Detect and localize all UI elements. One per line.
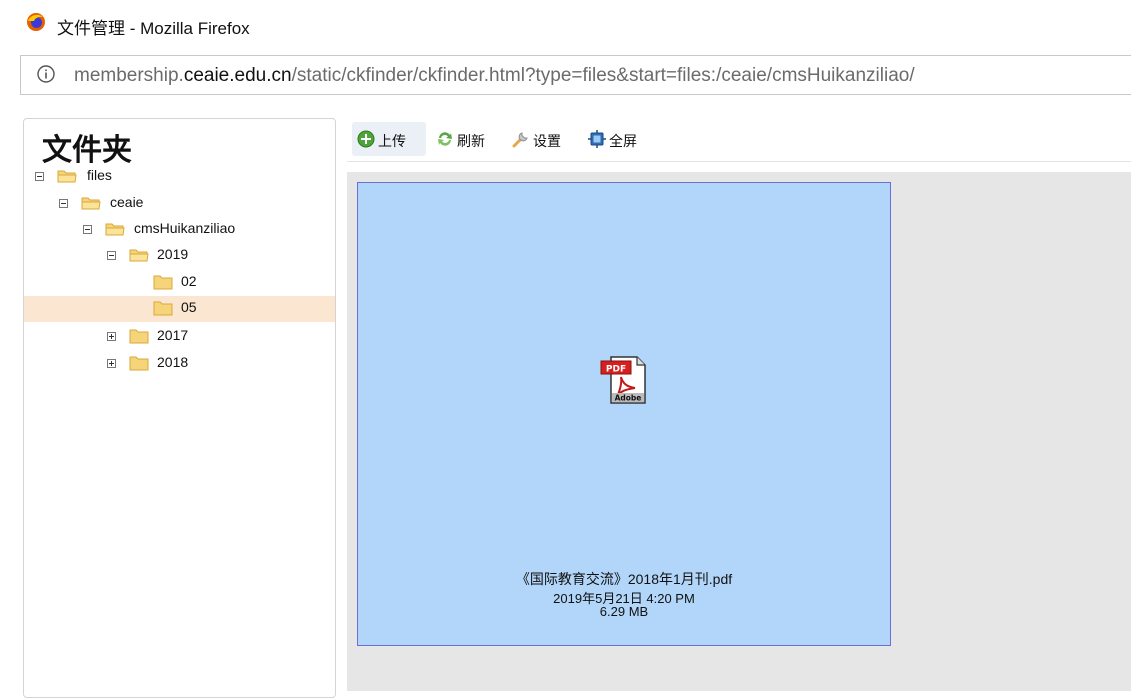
tree-item-label: 2018 bbox=[157, 354, 189, 370]
tree-item-2019[interactable]: 2019 bbox=[24, 243, 335, 269]
folders-panel: 文件夹 files ceaie cmsHuikanziliao 2019 02 … bbox=[23, 118, 336, 698]
fullscreen-label: 全屏 bbox=[609, 133, 637, 149]
window-title: 文件管理 - Mozilla Firefox bbox=[57, 19, 250, 38]
refresh-label: 刷新 bbox=[457, 133, 485, 149]
settings-button[interactable]: 设置 bbox=[507, 122, 579, 156]
file-size: 6.29 MB bbox=[599, 604, 649, 619]
url-prefix: membership. bbox=[74, 65, 184, 86]
pdf-adobe-icon: PDF Adobe bbox=[600, 356, 646, 404]
url-path: /static/ckfinder/ckfinder.html?type=file… bbox=[291, 65, 915, 86]
folders-panel-title: 文件夹 bbox=[42, 134, 132, 167]
tree-item-label: 2019 bbox=[157, 246, 189, 262]
collapse-toggle-icon[interactable] bbox=[107, 251, 116, 260]
upload-button[interactable]: 上传 bbox=[352, 122, 426, 156]
folder-icon bbox=[129, 329, 149, 344]
tree-item-label: cmsHuikanziliao bbox=[134, 220, 236, 236]
folder-open-icon bbox=[129, 249, 149, 262]
files-view: PDF Adobe 《国际教育交流》2018年1月刊.pdf 2019年5月21… bbox=[347, 172, 1131, 691]
page-info-icon[interactable] bbox=[37, 65, 55, 83]
collapse-toggle-icon[interactable] bbox=[35, 172, 44, 181]
collapse-toggle-icon[interactable] bbox=[59, 199, 68, 208]
tree-item-02[interactable]: 02 bbox=[24, 270, 335, 296]
upload-label: 上传 bbox=[378, 133, 406, 149]
folder-open-icon bbox=[81, 197, 101, 210]
expand-toggle-icon[interactable] bbox=[107, 359, 116, 368]
settings-label: 设置 bbox=[533, 133, 561, 149]
tree-item-2018[interactable]: 2018 bbox=[24, 351, 335, 377]
folder-open-icon bbox=[105, 223, 125, 236]
folder-open-icon bbox=[57, 170, 77, 183]
tree-item-2017[interactable]: 2017 bbox=[24, 324, 335, 350]
address-bar[interactable]: membership.ceaie.edu.cn/static/ckfinder/… bbox=[20, 55, 1131, 95]
url-domain: ceaie.edu.cn bbox=[183, 65, 292, 86]
wrench-icon bbox=[512, 132, 528, 148]
window-titlebar: 文件管理 - Mozilla Firefox bbox=[0, 0, 1131, 48]
collapse-toggle-icon[interactable] bbox=[83, 225, 92, 234]
fullscreen-button[interactable]: 全屏 bbox=[583, 122, 657, 156]
tree-item-label: files bbox=[87, 167, 112, 183]
upload-plus-icon bbox=[357, 130, 375, 148]
tree-item-label: 2017 bbox=[157, 327, 189, 343]
toolbar: 上传 刷新 设置 全屏 bbox=[347, 118, 1131, 162]
tree-item-cmshuikanziliao[interactable]: cmsHuikanziliao bbox=[24, 217, 335, 243]
folder-icon bbox=[153, 301, 173, 316]
tree-item-label: ceaie bbox=[110, 194, 144, 210]
tree-item-label: 02 bbox=[181, 273, 197, 289]
refresh-icon bbox=[438, 132, 452, 146]
expand-toggle-icon[interactable] bbox=[107, 332, 116, 341]
firefox-logo-icon bbox=[27, 13, 45, 31]
tree-item-files[interactable]: files bbox=[24, 164, 335, 190]
folder-icon bbox=[153, 275, 173, 290]
folder-icon bbox=[129, 356, 149, 371]
svg-text:Adobe: Adobe bbox=[615, 394, 642, 403]
file-name: 《国际教育交流》2018年1月刊.pdf bbox=[515, 571, 733, 587]
url-text[interactable]: membership.ceaie.edu.cn/static/ckfinder/… bbox=[74, 65, 915, 87]
svg-text:PDF: PDF bbox=[606, 365, 626, 375]
tree-item-label: 05 bbox=[181, 299, 197, 315]
refresh-button[interactable]: 刷新 bbox=[431, 122, 503, 156]
fullscreen-icon bbox=[588, 130, 606, 148]
file-item[interactable]: PDF Adobe 《国际教育交流》2018年1月刊.pdf 2019年5月21… bbox=[357, 182, 891, 646]
tree-item-05[interactable]: 05 bbox=[24, 296, 335, 322]
tree-item-ceaie[interactable]: ceaie bbox=[24, 191, 335, 217]
